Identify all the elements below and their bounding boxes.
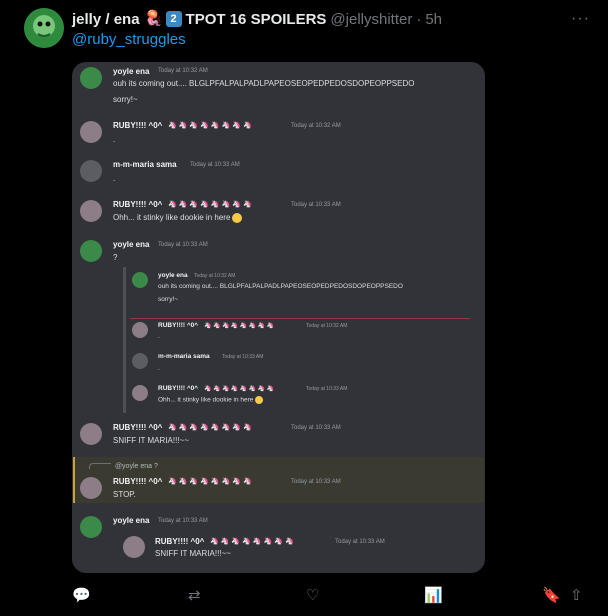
avatar	[132, 353, 148, 369]
flushed-emoji	[232, 213, 243, 223]
display-name[interactable]: jelly / ena	[72, 11, 140, 28]
message-time: Today at 10:32 AM	[306, 323, 348, 329]
message-text: SNIFF IT MARIA!!!~~	[155, 549, 231, 558]
message-time: Today at 10:32 AM	[194, 273, 236, 279]
message-time: Today at 10:32 AM	[158, 68, 208, 74]
divider	[130, 318, 470, 319]
share-icon[interactable]: ⇧	[570, 586, 583, 604]
username: yoyle ena	[158, 272, 188, 279]
message-text: .	[158, 365, 160, 372]
reply-reference[interactable]: @yoyle ena ?	[89, 463, 158, 470]
tweet-actions: 💬 ⇄ ♡ 📊 🔖 ⇧	[72, 586, 596, 606]
unicorn-emojis: 🦄🦄🦄🦄🦄🦄🦄🦄	[168, 201, 254, 208]
avatar	[80, 160, 102, 182]
display-name-suffix[interactable]: TPOT 16 SPOILERS	[186, 11, 327, 28]
message-text: Ohh... it stinky like dookie in here	[113, 213, 231, 223]
handle[interactable]: @jellyshitter	[330, 11, 412, 28]
avatar	[80, 67, 102, 89]
views-icon[interactable]: 📊	[424, 586, 443, 604]
mention-link[interactable]: @ruby_struggles	[72, 31, 186, 48]
message-text: ?	[113, 253, 118, 262]
message-time: Today at 10:33 AM	[306, 386, 348, 392]
message-text: ouh its coming out.... BLGLPFALPALPADLPA…	[113, 79, 415, 88]
username: RUBY!!!! ^0^	[113, 121, 163, 130]
username: yoyle ena	[113, 67, 150, 76]
username: RUBY!!!! ^0^	[113, 477, 163, 486]
flushed-emoji	[255, 396, 264, 404]
message-text: SNIFF IT MARIA!!!~~	[113, 436, 189, 445]
bookmark-icon[interactable]: 🔖	[542, 586, 561, 604]
unicorn-emojis: 🦄🦄🦄🦄🦄🦄🦄🦄	[204, 386, 276, 392]
unicorn-emojis: 🦄🦄🦄🦄🦄🦄🦄🦄	[168, 122, 254, 129]
username: RUBY!!!! ^0^	[155, 537, 205, 546]
message-text: .	[113, 174, 116, 183]
tweet-header: jelly / ena 🪼 2 TPOT 16 SPOILERS @jellys…	[72, 9, 592, 29]
avatar	[80, 121, 102, 143]
tweet: jelly / ena 🪼 2 TPOT 16 SPOILERS @jellys…	[0, 0, 608, 616]
message-time: Today at 10:33 AM	[291, 425, 341, 431]
avatar	[123, 536, 145, 558]
message-time: Today at 10:33 AM	[190, 162, 240, 168]
username: yoyle ena	[113, 240, 150, 249]
avatar	[132, 322, 148, 338]
message-text: Ohh... it stinky like dookie in here	[113, 213, 243, 223]
message-text: STOP.	[113, 490, 136, 499]
username: RUBY!!!! ^0^	[113, 200, 163, 209]
message-time: Today at 10:33 AM	[291, 479, 341, 485]
reply-icon: ?	[153, 463, 158, 470]
message-time: Today at 10:32 AM	[291, 123, 341, 129]
quoted-messages: yoyle ena Today at 10:32 AM ouh its comi…	[123, 267, 470, 413]
message-time: Today at 10:33 AM	[291, 202, 341, 208]
avatar	[80, 240, 102, 262]
username: RUBY!!!! ^0^	[113, 423, 163, 432]
avatar	[80, 200, 102, 222]
avatar	[132, 385, 148, 401]
username: m-m-maria sama	[158, 353, 210, 360]
avatar	[80, 423, 102, 445]
message-text: sorry!~	[158, 296, 179, 303]
jellyfish-emoji: 🪼	[144, 10, 164, 27]
avatar	[80, 516, 102, 538]
username: m-m-maria sama	[113, 160, 177, 169]
unicorn-emojis: 🦄🦄🦄🦄🦄🦄🦄🦄	[168, 478, 254, 485]
message-time: Today at 10:33 AM	[222, 354, 264, 360]
message-time: Today at 10:33 AM	[335, 539, 385, 545]
discord-screenshot[interactable]: yoyle ena Today at 10:32 AM ouh its comi…	[72, 62, 485, 573]
message-time: Today at 10:33 AM	[158, 242, 208, 248]
more-icon[interactable]: ···	[571, 10, 590, 28]
message-text: ouh its coming out.... BLGLPFALPALPADLPA…	[158, 283, 403, 290]
avatar	[80, 477, 102, 499]
timestamp[interactable]: 5h	[425, 11, 442, 28]
unicorn-emojis: 🦄🦄🦄🦄🦄🦄🦄🦄	[210, 538, 296, 545]
like-icon[interactable]: ♡	[306, 586, 319, 604]
username: RUBY!!!! ^0^	[158, 322, 199, 329]
reply-username: @yoyle ena	[114, 463, 153, 470]
avatar[interactable]	[24, 8, 64, 48]
message-text: .	[158, 333, 160, 340]
unicorn-emojis: 🦄🦄🦄🦄🦄🦄🦄🦄	[204, 323, 276, 329]
avatar	[132, 272, 148, 288]
retweet-icon[interactable]: ⇄	[188, 586, 201, 604]
message-text: Ohh... it stinky like dookie in here	[158, 396, 254, 404]
unicorn-emojis: 🦄🦄🦄🦄🦄🦄🦄🦄	[168, 424, 254, 431]
message-text: Ohh... it stinky like dookie in here	[158, 396, 264, 404]
keycap-two-emoji: 2	[165, 11, 182, 27]
reply-icon[interactable]: 💬	[72, 586, 91, 604]
username: yoyle ena	[113, 516, 150, 525]
separator-dot: ·	[416, 10, 422, 28]
message-text: .	[113, 135, 116, 144]
message-text: sorry!~	[113, 95, 138, 104]
username: RUBY!!!! ^0^	[158, 385, 199, 392]
message-time: Today at 10:33 AM	[158, 518, 208, 524]
reply-curve-icon	[89, 463, 111, 470]
